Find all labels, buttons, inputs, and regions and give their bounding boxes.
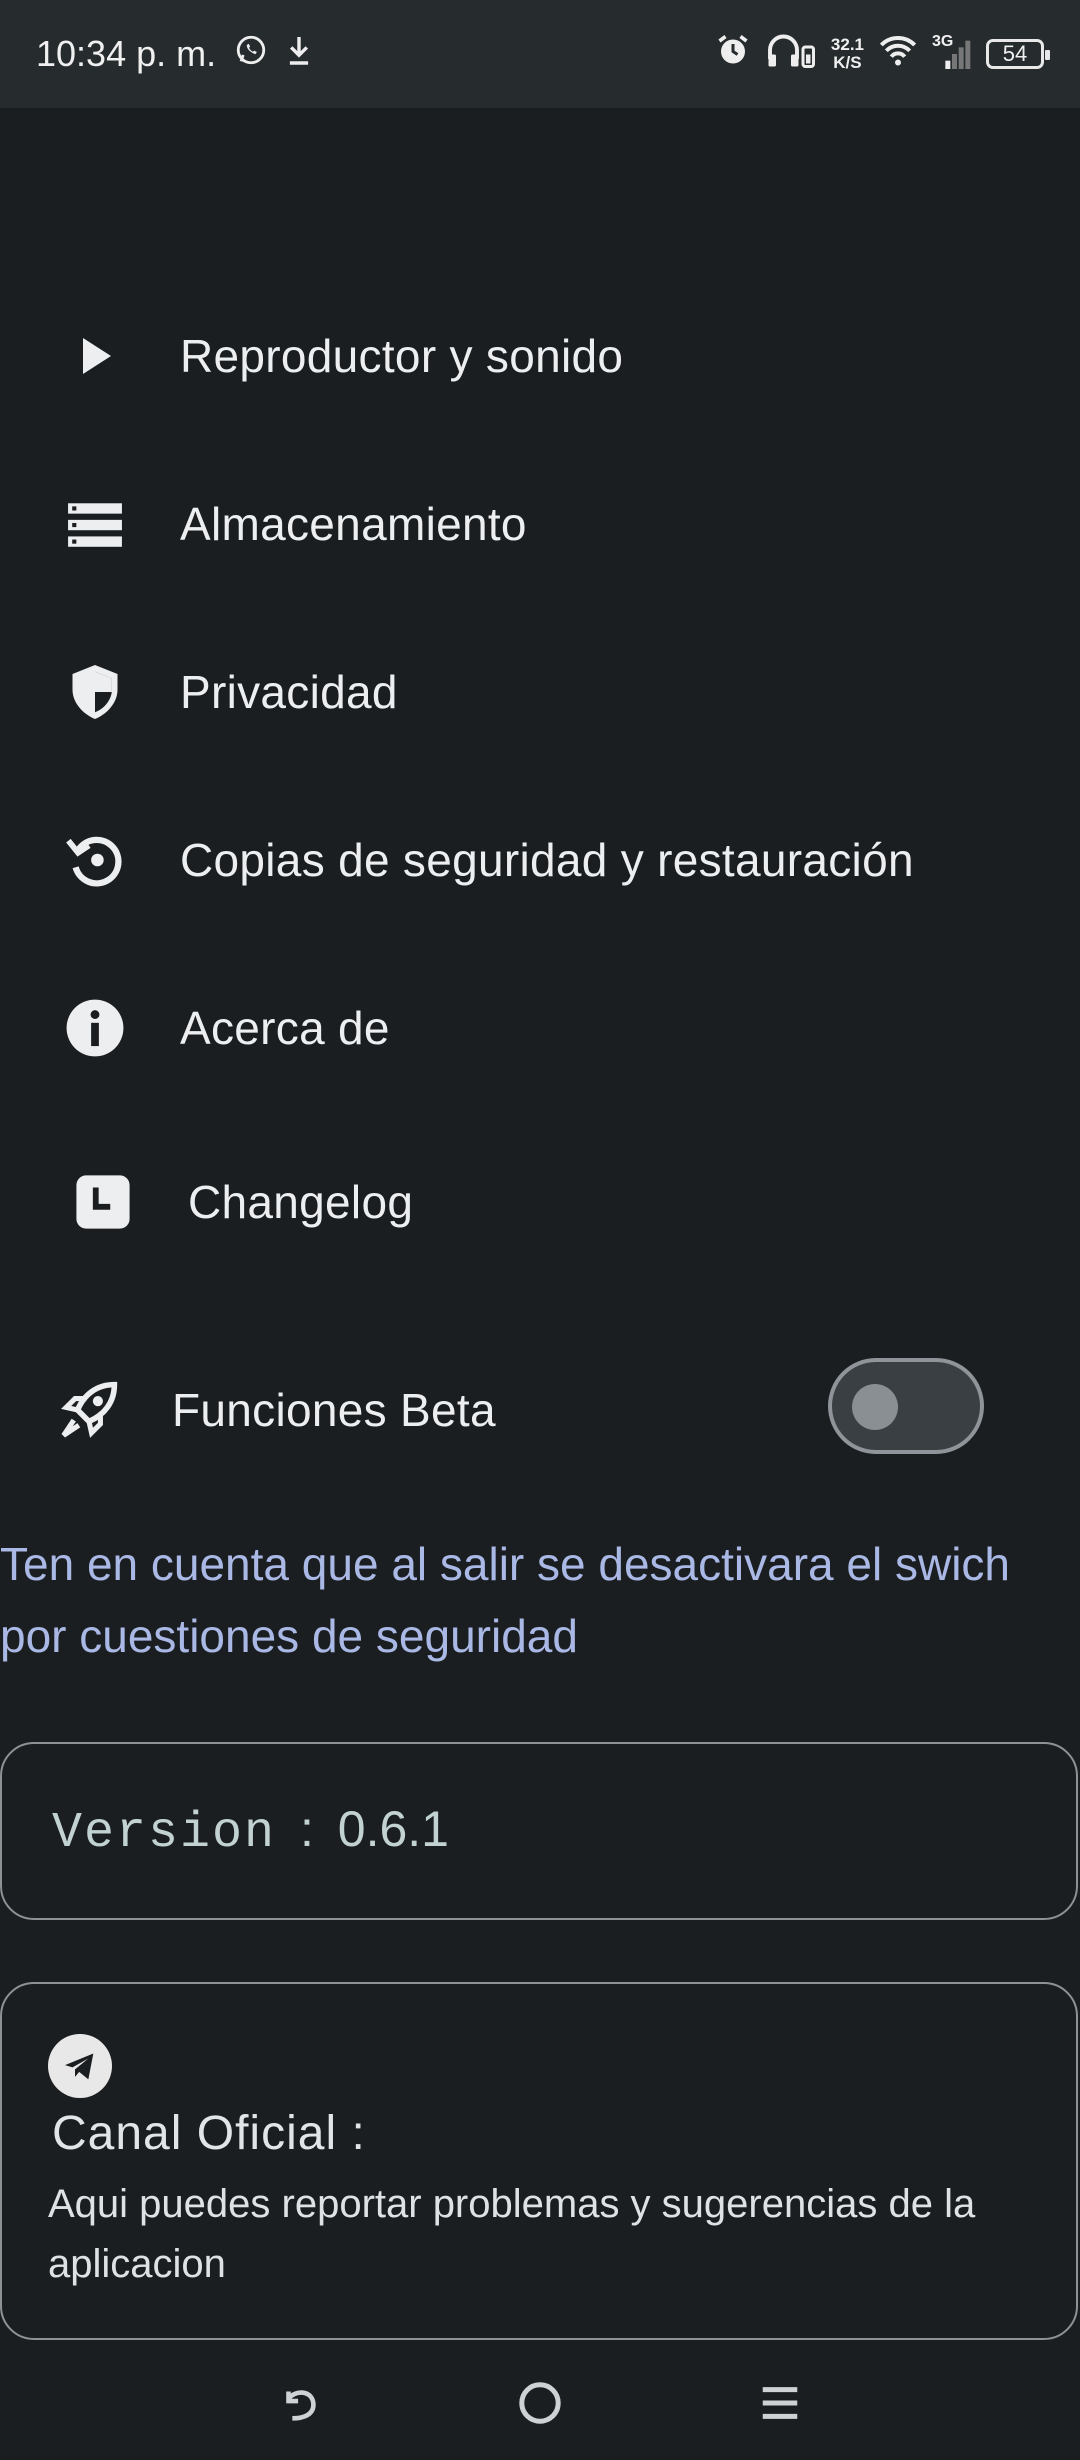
play-icon — [62, 323, 128, 389]
toggle-knob — [852, 1384, 898, 1430]
telegram-icon — [48, 2034, 112, 2098]
menu-item-storage[interactable]: Almacenamiento — [0, 464, 1080, 584]
navigation-bar — [0, 2350, 1080, 2460]
menu-icon[interactable] — [757, 2380, 803, 2431]
version-separator: : — [299, 1801, 314, 1857]
network-type: 3G — [932, 33, 954, 50]
status-bar: 10:34 p. m. 32.1 K/S 3G 54 — [0, 0, 1080, 108]
battery-level: 54 — [1002, 41, 1028, 66]
channel-description: Aqui puedes reportar problemas y sugeren… — [48, 2182, 976, 2286]
menu-item-backup-restore[interactable]: Copias de seguridad y restauración — [0, 800, 1080, 920]
version-value: 0.6.1 — [337, 1801, 449, 1857]
back-icon[interactable] — [277, 2380, 323, 2431]
menu-item-privacy[interactable]: Privacidad — [0, 632, 1080, 752]
storage-icon — [62, 491, 128, 557]
menu-label: Copias de seguridad y restauración — [180, 834, 914, 886]
menu-item-player-sound[interactable]: Reproductor y sonido — [0, 296, 1080, 416]
clock-icon — [70, 1169, 136, 1235]
security-note: Ten en cuenta que al salir se desactivar… — [0, 1538, 1011, 1662]
menu-label: Privacidad — [180, 666, 398, 718]
version-card: Version : 0.6.1 — [0, 1742, 1078, 1920]
menu-item-changelog[interactable]: Changelog — [0, 1142, 1080, 1262]
beta-toggle[interactable] — [828, 1358, 984, 1454]
menu-item-about[interactable]: Acerca de — [0, 968, 1080, 1088]
shield-icon — [62, 659, 128, 725]
download-icon — [286, 33, 312, 76]
official-channel-card[interactable]: Canal Oficial : Aqui puedes reportar pro… — [0, 1982, 1078, 2340]
menu-label: Changelog — [188, 1176, 414, 1228]
wifi-icon — [878, 33, 918, 76]
home-icon[interactable] — [517, 2380, 563, 2431]
version-text: Version : 0.6.1 — [52, 1800, 449, 1862]
beta-label: Funciones Beta — [172, 1384, 496, 1436]
status-time: 10:34 p. m. — [36, 33, 217, 74]
signal-icon: 3G — [932, 33, 972, 71]
channel-title: Canal Oficial : — [52, 2107, 366, 2160]
net-speed-unit: K/S — [833, 53, 862, 72]
alarm-icon — [715, 32, 751, 77]
battery-icon: 54 — [986, 39, 1050, 69]
net-speed: 32.1 K/S — [831, 36, 864, 72]
menu-label: Almacenamiento — [180, 498, 527, 550]
backup-restore-icon — [62, 827, 128, 893]
menu-label: Acerca de — [180, 1002, 390, 1054]
headphones-icon — [765, 32, 817, 77]
menu-label: Reproductor y sonido — [180, 330, 624, 382]
version-label: Version — [52, 1805, 277, 1862]
net-speed-value: 32.1 — [830, 35, 864, 54]
info-icon — [62, 995, 128, 1061]
whatsapp-icon — [234, 33, 268, 76]
rocket-icon — [56, 1377, 122, 1443]
